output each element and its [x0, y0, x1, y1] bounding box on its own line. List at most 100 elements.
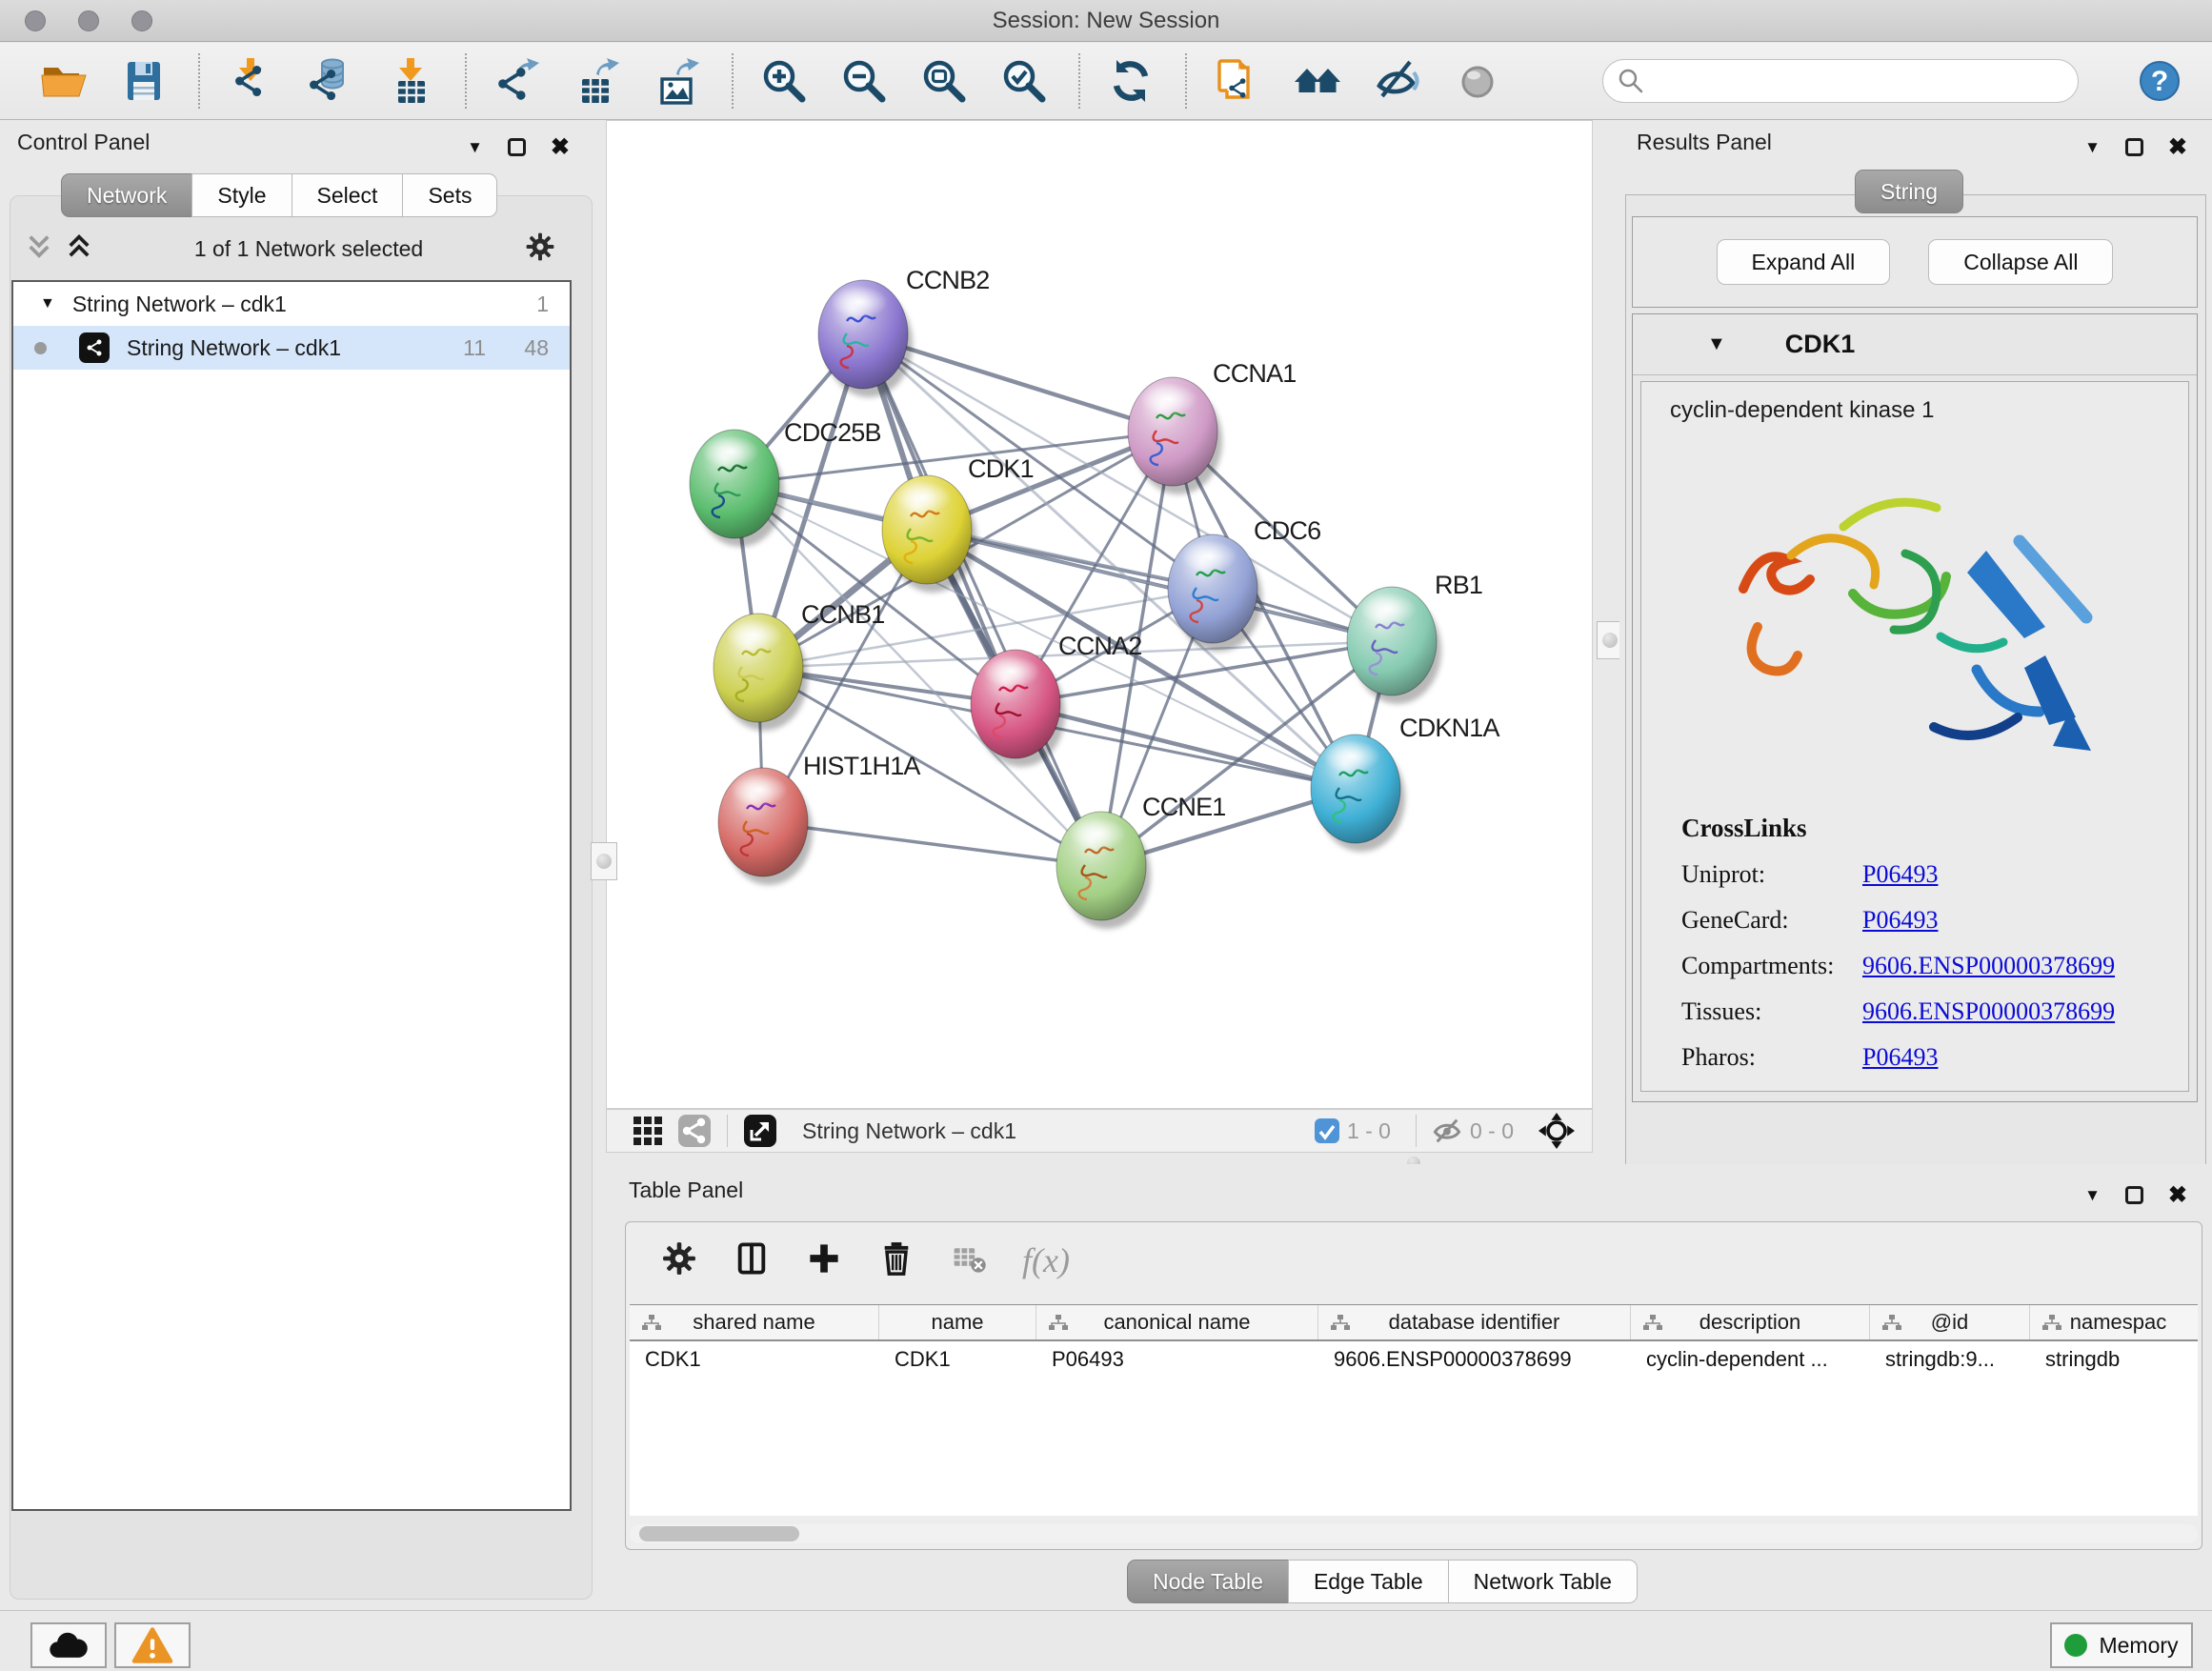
search-field[interactable] — [1602, 59, 2079, 103]
export-network-icon[interactable] — [492, 55, 543, 107]
close-panel-icon[interactable]: ✖ — [2168, 133, 2187, 161]
network-node-CCNE1[interactable] — [1056, 812, 1151, 929]
cloud-button[interactable] — [30, 1622, 107, 1668]
show-columns-icon[interactable] — [733, 1239, 771, 1282]
svg-text:CDKN1A: CDKN1A — [1399, 714, 1500, 742]
network-overview-icon[interactable] — [1292, 55, 1343, 107]
tab-node-table[interactable]: Node Table — [1127, 1560, 1289, 1603]
close-panel-icon[interactable]: ✖ — [2168, 1181, 2187, 1209]
help-button[interactable]: ? — [2134, 55, 2185, 107]
zoom-in-icon[interactable] — [758, 55, 810, 107]
collapse-all-networks-icon[interactable] — [25, 232, 53, 266]
tab-select[interactable]: Select — [292, 173, 404, 217]
network-node-CDK1[interactable] — [882, 475, 976, 593]
crosslink-link[interactable]: 9606.ENSP00000378699 — [1862, 997, 2115, 1026]
search-input[interactable] — [1602, 59, 2079, 103]
zoom-fit-icon[interactable] — [918, 55, 970, 107]
network-badge-icon[interactable] — [677, 1114, 712, 1148]
grid-view-icon[interactable] — [632, 1115, 664, 1147]
table-row[interactable]: CDK1CDK1P064939606.ENSP00000378699cyclin… — [630, 1341, 2198, 1378]
open-session-icon[interactable] — [38, 55, 90, 107]
collapse-panel-icon[interactable]: ▼ — [2084, 138, 2101, 157]
network-node-CCNA1[interactable] — [1128, 377, 1222, 494]
crosslink-link[interactable]: P06493 — [1862, 906, 1938, 935]
close-panel-icon[interactable]: ✖ — [551, 133, 570, 161]
entry-expander-icon[interactable]: ▼ — [1707, 333, 1726, 355]
expand-all-button[interactable]: Expand All — [1717, 239, 1891, 285]
add-column-icon[interactable] — [805, 1239, 843, 1282]
tab-string[interactable]: String — [1855, 170, 1963, 213]
tab-sets[interactable]: Sets — [402, 173, 497, 217]
collapse-all-button[interactable]: Collapse All — [1928, 239, 2113, 285]
table-cell: CDK1 — [630, 1341, 879, 1378]
network-node-HIST1H1A[interactable] — [718, 768, 813, 885]
column-header-description[interactable]: description — [1631, 1305, 1870, 1339]
column-header-@id[interactable]: @id — [1870, 1305, 2030, 1339]
network-node-RB1[interactable] — [1347, 587, 1441, 704]
open-in-new-window-icon[interactable] — [743, 1114, 777, 1148]
float-panel-icon[interactable] — [508, 138, 526, 156]
apply-preferred-layout-icon[interactable] — [1105, 55, 1156, 107]
clone-network-icon[interactable] — [1212, 55, 1263, 107]
zoom-out-icon[interactable] — [838, 55, 890, 107]
zoom-selected-icon[interactable] — [998, 55, 1050, 107]
crosslink-label: GeneCard: — [1681, 906, 1862, 935]
float-panel-icon[interactable] — [2125, 138, 2143, 156]
hide-graphics-details-icon[interactable] — [1372, 55, 1423, 107]
tab-style[interactable]: Style — [191, 173, 292, 217]
birdseye-view-icon[interactable] — [1538, 1113, 1575, 1149]
column-header-canonical-name[interactable]: canonical name — [1036, 1305, 1318, 1339]
tree-expander-icon[interactable]: ▼ — [40, 295, 55, 312]
delete-column-icon[interactable] — [877, 1239, 915, 1282]
table-header-row[interactable]: shared namenamecanonical namedatabase id… — [630, 1305, 2198, 1341]
crosslink-link[interactable]: P06493 — [1862, 860, 1938, 889]
crosslink-link[interactable]: P06493 — [1862, 1043, 1938, 1072]
network-node-CDC6[interactable] — [1168, 534, 1262, 652]
tab-network-table[interactable]: Network Table — [1448, 1560, 1638, 1603]
import-database-icon[interactable] — [305, 55, 356, 107]
svg-text:CCNA2: CCNA2 — [1058, 632, 1142, 660]
network-node-CCNB1[interactable] — [714, 614, 808, 731]
collapse-panel-icon[interactable]: ▼ — [2084, 1186, 2101, 1205]
column-header-name[interactable]: name — [879, 1305, 1036, 1339]
network-node-CCNB2[interactable] — [818, 280, 913, 397]
column-header-namespac[interactable]: namespac — [2030, 1305, 2198, 1339]
search-icon — [1618, 68, 1644, 99]
protein-entry-header[interactable]: ▼ CDK1 — [1633, 314, 2197, 375]
save-session-icon[interactable] — [118, 55, 170, 107]
hidden-eye-slash-icon[interactable] — [1432, 1117, 1462, 1145]
collapse-panel-icon[interactable]: ▼ — [467, 138, 483, 157]
warning-button[interactable] — [114, 1622, 191, 1668]
tab-edge-table[interactable]: Edge Table — [1288, 1560, 1449, 1603]
network-node-CCNA2[interactable] — [971, 650, 1065, 767]
import-table-icon[interactable] — [385, 55, 436, 107]
crosslink-link[interactable]: 9606.ENSP00000378699 — [1862, 952, 2115, 980]
network-options-gear-icon[interactable] — [524, 231, 556, 268]
splitter-handle[interactable] — [591, 842, 617, 880]
network-collection-row[interactable]: ▼ String Network – cdk1 1 — [13, 282, 570, 326]
float-panel-icon[interactable] — [2125, 1186, 2143, 1204]
tab-network[interactable]: Network — [61, 173, 192, 217]
scrollbar-thumb[interactable] — [639, 1526, 799, 1541]
delete-table-icon[interactable] — [950, 1239, 988, 1282]
level-of-detail-icon[interactable] — [1452, 55, 1503, 107]
import-network-icon[interactable] — [225, 55, 276, 107]
network-node-CDC25B[interactable] — [690, 430, 784, 547]
network-row[interactable]: String Network – cdk1 11 48 — [13, 326, 570, 370]
table-gear-icon[interactable] — [660, 1239, 698, 1282]
network-node-CDKN1A[interactable] — [1311, 735, 1405, 852]
horizontal-scrollbar[interactable] — [630, 1524, 2198, 1543]
network-share-icon — [79, 332, 110, 363]
svg-text:CDK1: CDK1 — [968, 454, 1034, 483]
expand-all-networks-icon[interactable] — [65, 232, 93, 266]
export-table-icon[interactable] — [572, 55, 623, 107]
column-header-database-identifier[interactable]: database identifier — [1318, 1305, 1631, 1339]
protein-name: CDK1 — [1785, 330, 1856, 359]
titlebar: Session: New Session — [0, 0, 2212, 42]
network-view-canvas[interactable]: CCNB2CCNA1CDC25BCDK1CDC6RB1CCNB1CCNA2CDK… — [606, 120, 1593, 1109]
memory-button[interactable]: Memory — [2050, 1622, 2193, 1668]
column-header-shared-name[interactable]: shared name — [630, 1305, 879, 1339]
selected-checkbox-icon[interactable] — [1315, 1118, 1339, 1143]
crosslink-row: Pharos: P06493 — [1681, 1043, 2188, 1072]
export-image-icon[interactable] — [652, 55, 703, 107]
